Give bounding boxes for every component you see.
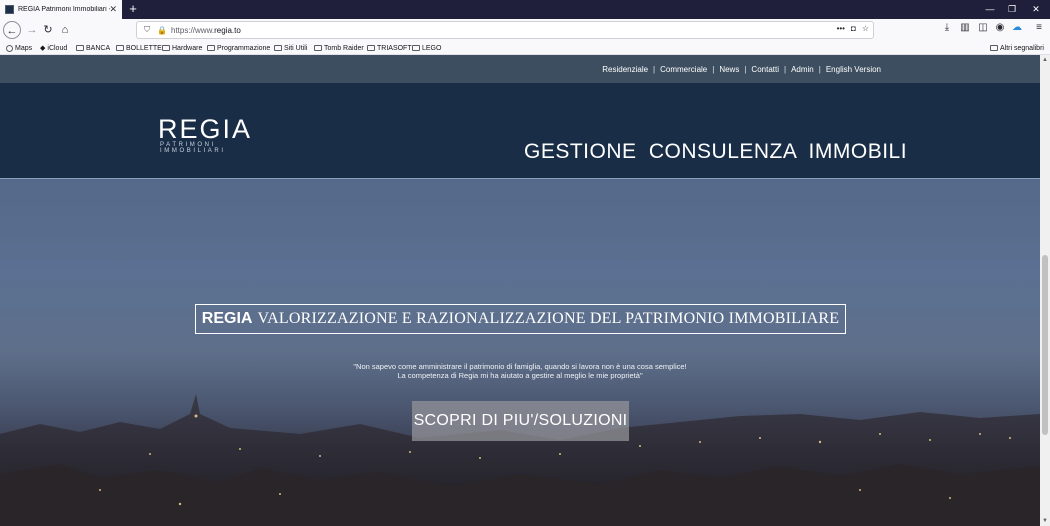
folder-icon: [162, 45, 170, 51]
web-page: Residenziale | Commerciale | News | Cont…: [0, 55, 1040, 526]
pocket-icon[interactable]: ◘: [851, 24, 856, 33]
folder-icon: [412, 45, 420, 51]
nav-separator: |: [653, 65, 656, 74]
sidebar-icon[interactable]: ◫: [976, 22, 990, 33]
nav-separator: |: [784, 65, 787, 74]
site-top-nav: Residenziale | Commerciale | News | Cont…: [0, 55, 1040, 83]
bookmark-triasoft[interactable]: TRIASOFT: [367, 42, 412, 54]
bookmark-lego[interactable]: LEGO: [412, 42, 441, 54]
bookmark-hardware[interactable]: Hardware: [162, 42, 202, 54]
browser-titlebar: REGIA Patrimoni Immobiliari - ✕ + — ❐ ✕: [0, 0, 1050, 19]
globe-icon: [6, 44, 13, 52]
logo-text: REGIA: [158, 114, 253, 144]
discover-solutions-button[interactable]: SCOPRI DI PIU'/SOLUZIONI: [412, 401, 629, 441]
bookmark-tomb-raider[interactable]: Tomb Raider: [314, 42, 364, 54]
hero-title-box: REGIA VALORIZZAZIONE E RAZIONALIZZAZIONE…: [195, 304, 846, 334]
menu-icon[interactable]: ≡: [1032, 22, 1046, 33]
regia-logo[interactable]: REGIA PATRIMONI IMMOBILIARI: [158, 114, 270, 154]
nav-separator: |: [712, 65, 715, 74]
scrollbar-thumb[interactable]: [1042, 255, 1048, 435]
cloud-extension-icon[interactable]: ☁: [1010, 22, 1024, 33]
header-tagline: GESTIONE CONSULENZA IMMOBILI: [524, 140, 908, 163]
lock-icon[interactable]: 🔒: [157, 26, 167, 35]
nav-separator: |: [744, 65, 747, 74]
account-icon[interactable]: ◉: [993, 22, 1007, 33]
scroll-down-icon[interactable]: ▼: [1040, 516, 1050, 526]
hero-claim: VALORIZZAZIONE E RAZIONALIZZAZIONE DEL P…: [257, 310, 840, 327]
back-arrow-icon[interactable]: ←: [3, 21, 21, 39]
folder-icon: [274, 45, 282, 51]
page-scrollbar[interactable]: ▲ ▼: [1040, 55, 1050, 526]
url-text[interactable]: https://www.regia.to: [171, 26, 241, 35]
home-icon[interactable]: ⌂: [56, 21, 74, 39]
site-favicon-icon: [5, 5, 14, 14]
testimonial-quote: "Non sapevo come amministrare il patrimo…: [353, 362, 687, 380]
close-tab-icon[interactable]: ✕: [109, 3, 117, 15]
folder-icon: [207, 45, 215, 51]
logo-subtitle: PATRIMONI IMMOBILIARI: [160, 142, 226, 154]
bookmark-maps[interactable]: Maps: [6, 42, 32, 54]
nav-link-commerciale[interactable]: Commerciale: [660, 65, 707, 74]
folder-icon: [116, 45, 124, 51]
nav-link-contatti[interactable]: Contatti: [751, 65, 779, 74]
folder-icon: [76, 45, 84, 51]
browser-navbar: ← → ↻ ⌂ ⛉ 🔒 https://www.regia.to ••• ◘ ☆…: [0, 19, 1050, 41]
bookmark-programmazione[interactable]: Programmazione: [207, 42, 270, 54]
hero-brand: REGIA: [201, 310, 253, 327]
bookmarks-bar: Maps ◆ iCloud BANCA BOLLETTE Hardware Pro…: [0, 41, 1050, 55]
bookmark-bollette[interactable]: BOLLETTE: [116, 42, 162, 54]
browser-tab[interactable]: REGIA Patrimoni Immobiliari - ✕: [0, 0, 122, 19]
close-window-icon[interactable]: ✕: [1022, 0, 1050, 19]
reload-icon[interactable]: ↻: [39, 21, 57, 39]
bookmark-banca[interactable]: BANCA: [76, 42, 110, 54]
scroll-up-icon[interactable]: ▲: [1040, 55, 1050, 65]
apple-icon: ◆: [40, 45, 46, 52]
downloads-icon[interactable]: ⤓: [940, 22, 954, 33]
folder-icon: [314, 45, 322, 51]
url-bar[interactable]: ⛉ 🔒 https://www.regia.to ••• ◘ ☆: [136, 21, 874, 39]
new-tab-plus-icon[interactable]: +: [126, 2, 140, 16]
bookmark-star-icon[interactable]: ☆: [862, 24, 869, 33]
library-icon[interactable]: ▥: [958, 22, 972, 33]
site-header: REGIA PATRIMONI IMMOBILIARI GESTIONE CON…: [0, 83, 1040, 179]
nav-link-residenziale[interactable]: Residenziale: [602, 65, 648, 74]
folder-icon: [367, 45, 375, 51]
nav-link-english-version[interactable]: English Version: [826, 65, 881, 74]
hero-section: REGIA VALORIZZAZIONE E RAZIONALIZZAZIONE…: [0, 179, 1040, 526]
bookmark-siti-utili[interactable]: Siti Utili: [274, 42, 307, 54]
page-actions-icon[interactable]: •••: [837, 24, 845, 33]
folder-icon: [990, 45, 998, 51]
nav-link-admin[interactable]: Admin: [791, 65, 814, 74]
other-bookmarks[interactable]: Altri segnalibri: [990, 42, 1044, 54]
shield-icon[interactable]: ⛉: [142, 25, 152, 35]
tab-title: REGIA Patrimoni Immobiliari -: [18, 6, 110, 13]
nav-separator: |: [818, 65, 821, 74]
nav-link-news[interactable]: News: [719, 65, 739, 74]
bookmark-icloud[interactable]: ◆ iCloud: [40, 42, 67, 54]
